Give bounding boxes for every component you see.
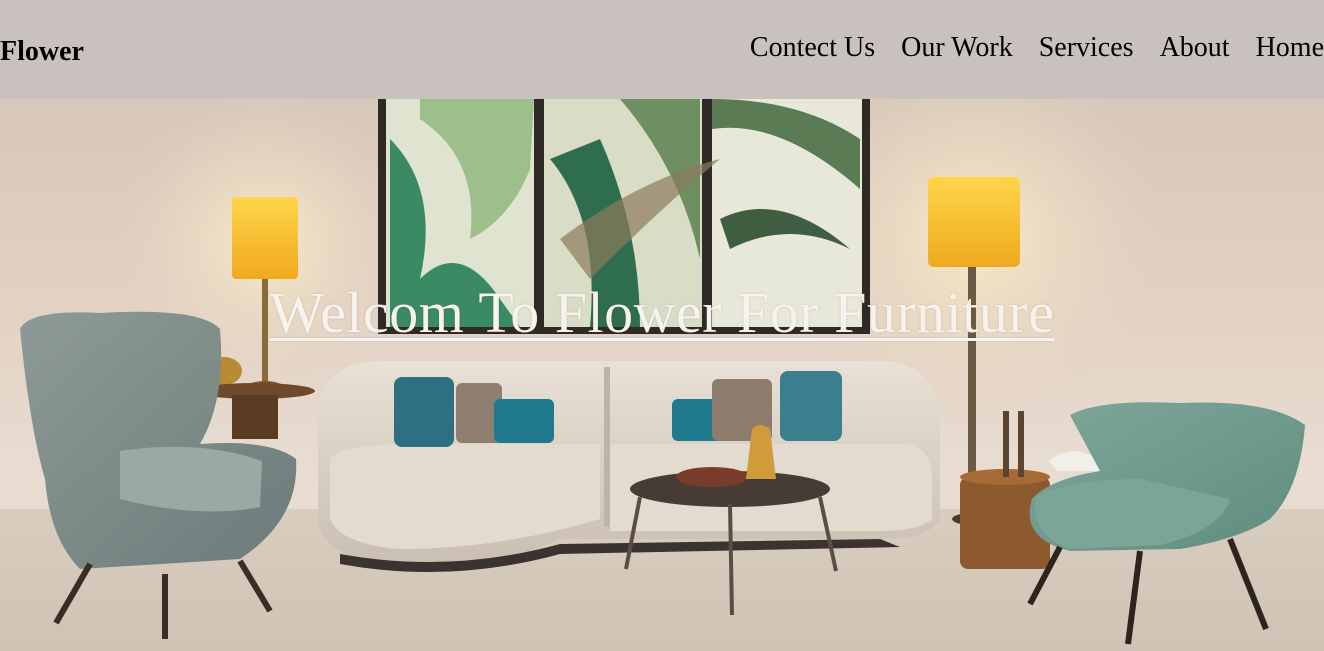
navbar: Flower Contect Us Our Work Services Abou… xyxy=(0,0,1324,99)
brand-logo-text[interactable]: Flower xyxy=(0,36,84,68)
hero-section: Welcom To Flower For Furniture xyxy=(0,99,1324,651)
hero-background-image xyxy=(0,99,1324,651)
hero-title: Welcom To Flower For Furniture xyxy=(269,280,1055,345)
nav-about-link[interactable]: About xyxy=(1160,32,1230,64)
nav-our-work-link[interactable]: Our Work xyxy=(901,32,1013,64)
nav-contact-us-link[interactable]: Contect Us xyxy=(750,32,875,64)
nav-home-link[interactable]: Home xyxy=(1256,32,1324,64)
nav-services-link[interactable]: Services xyxy=(1039,32,1134,64)
main-nav: Contect Us Our Work Services About Home xyxy=(750,32,1324,64)
